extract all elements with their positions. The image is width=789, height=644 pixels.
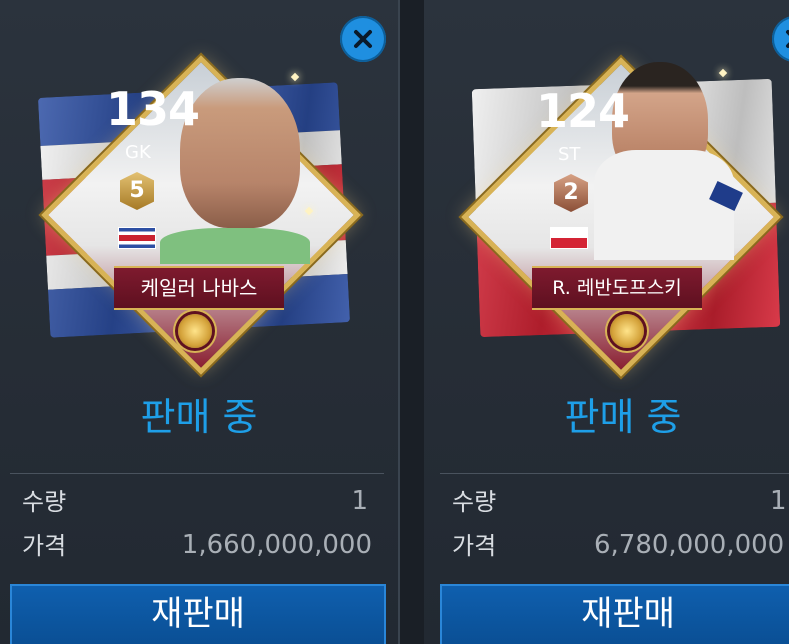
- listing-panel-left: 134 GK 5 케일러 나바스 판매 중 수량 1 가격 1,660,000,…: [0, 0, 398, 644]
- resell-button[interactable]: 재판매: [10, 584, 386, 644]
- panel-divider: [398, 0, 424, 644]
- soccer-ball-icon: [610, 314, 644, 348]
- player-jersey: [160, 228, 310, 264]
- player-position: ST: [558, 144, 581, 165]
- resell-button[interactable]: 재판매: [440, 584, 789, 644]
- listing-panel-right: 124 ST 2 R. 레반도프스키 판매 중 수량 1 가격 6,780,00…: [424, 0, 789, 644]
- quantity-value: 1: [770, 486, 787, 516]
- player-rating: 124: [536, 84, 630, 138]
- nation-flag-icon: [550, 227, 588, 249]
- sale-status: 판매 중: [564, 395, 682, 439]
- divider: [440, 473, 789, 474]
- quantity-label: 수량: [452, 488, 497, 516]
- player-position: GK: [125, 142, 151, 163]
- nation-flag-icon: [118, 227, 156, 249]
- price-label: 가격: [452, 532, 497, 560]
- close-icon: [786, 30, 789, 48]
- quantity-value: 1: [351, 486, 368, 516]
- sparkle: [718, 68, 728, 78]
- player-rating: 134: [106, 82, 200, 136]
- close-button[interactable]: [340, 16, 386, 62]
- close-icon: [354, 30, 372, 48]
- player-jersey: [594, 150, 734, 260]
- player-name: 케일러 나바스: [114, 266, 284, 310]
- sale-status: 판매 중: [140, 395, 258, 439]
- soccer-ball-icon: [178, 314, 212, 348]
- close-button[interactable]: [772, 16, 789, 62]
- divider: [10, 473, 384, 474]
- player-name: R. 레반도프스키: [532, 266, 702, 310]
- price-value: 6,780,000,000: [594, 530, 785, 560]
- sparkle: [290, 72, 300, 82]
- quantity-label: 수량: [22, 488, 67, 516]
- price-value: 1,660,000,000: [181, 530, 372, 560]
- price-label: 가격: [22, 532, 67, 560]
- panel-edge: [398, 0, 400, 644]
